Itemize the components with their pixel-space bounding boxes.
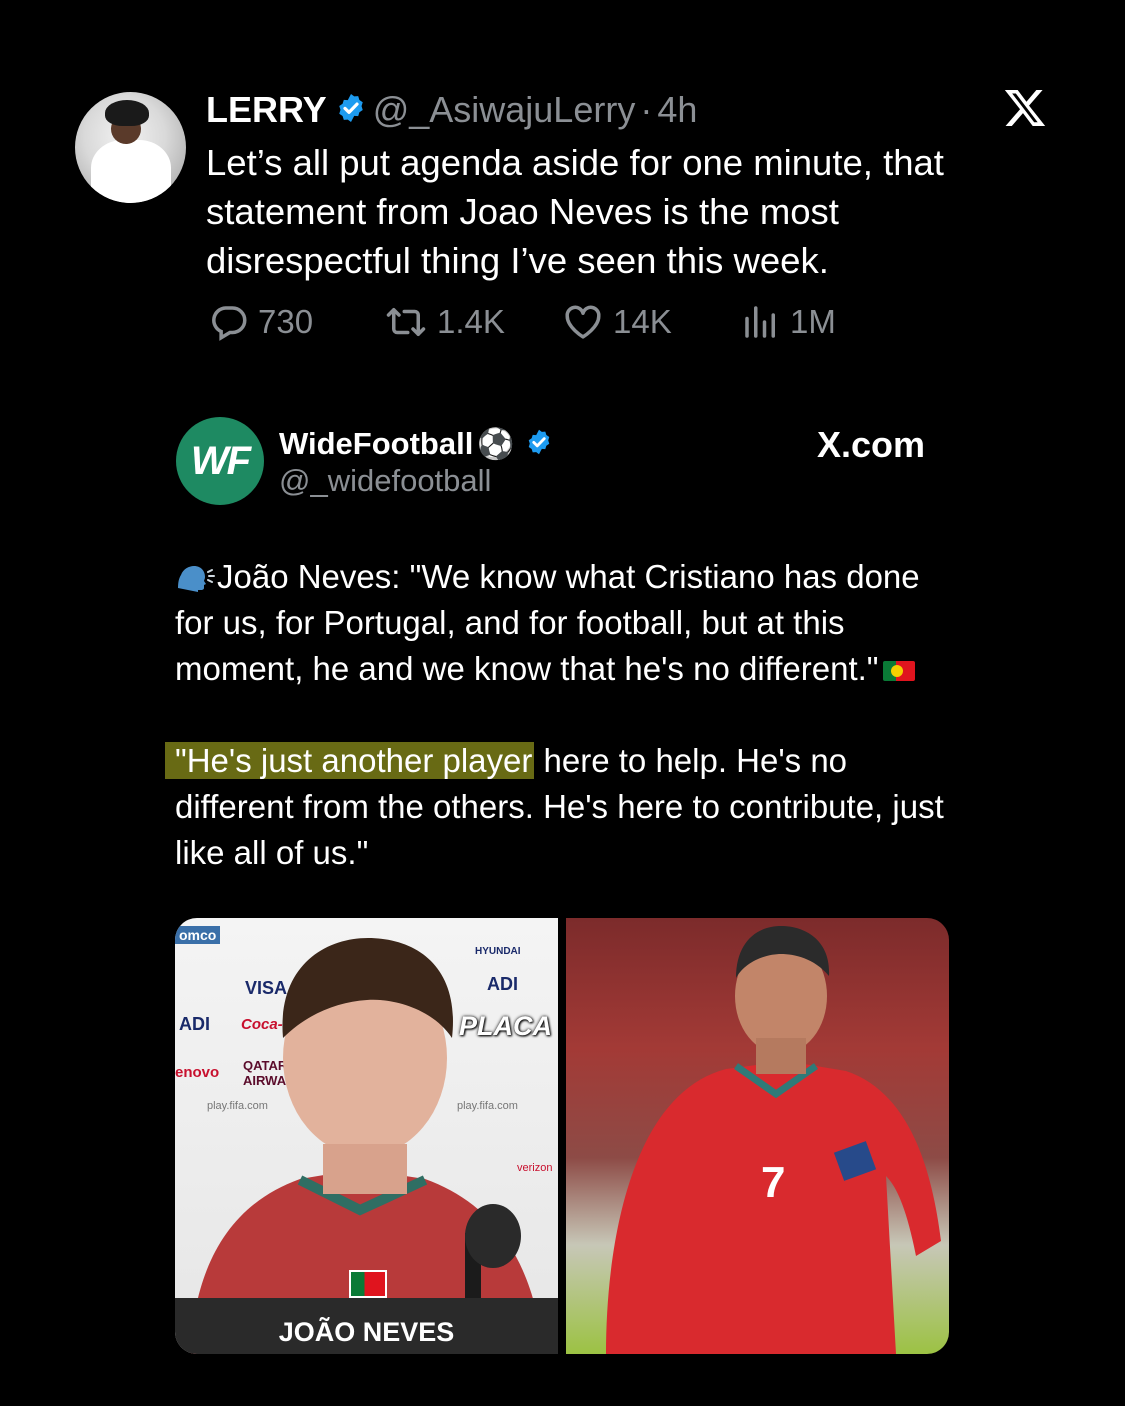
shirt-number: 7	[761, 1158, 786, 1207]
tweet-text: Let’s all put agenda aside for one minut…	[206, 142, 944, 281]
repost-button[interactable]: 1.4K	[383, 301, 505, 343]
overlay-text: PLACA	[459, 1011, 552, 1041]
views-chart-icon	[745, 306, 775, 338]
header-separator: ·	[640, 89, 653, 130]
author-name[interactable]: LERRY	[206, 89, 327, 131]
tweet-header: LERRY @_AsiwajuLerry · 4h	[206, 88, 697, 132]
verified-badge-icon	[335, 92, 367, 129]
avatar-figure-shirt	[91, 140, 171, 203]
verified-badge-icon	[525, 428, 553, 461]
quoted-avatar[interactable]: WF	[176, 417, 264, 505]
joao-neves-photo[interactable]: omco VISA ADI Coca-Cola enovo QATAR AIRW…	[175, 918, 558, 1354]
player-figure	[606, 926, 941, 1354]
repost-icon	[386, 308, 426, 336]
repost-count: 1.4K	[437, 303, 505, 340]
quoted-handle[interactable]: @_widefootball	[279, 463, 491, 499]
x-logo-icon	[1003, 86, 1047, 130]
soccer-ball-emoji: ⚽	[477, 427, 515, 461]
avatar-figure-hair	[105, 100, 149, 126]
views-button[interactable]: 1M	[740, 301, 836, 343]
site-label: X.com	[817, 424, 926, 465]
reply-icon	[212, 306, 247, 341]
author-handle[interactable]: @_AsiwajuLerry	[373, 89, 636, 131]
highlighted-quote: "He's just another player	[165, 742, 535, 779]
quoted-name-row: WideFootball ⚽	[279, 424, 559, 464]
tweet-timestamp[interactable]: 4h	[657, 89, 697, 131]
speaking-head-icon	[175, 558, 217, 592]
like-button[interactable]: 14K	[561, 301, 672, 343]
like-count: 14K	[613, 303, 672, 340]
author-avatar[interactable]	[75, 92, 186, 203]
quote-paragraph-1-text: João Neves: "We know what Cristiano has …	[175, 558, 920, 687]
portugal-flag-icon	[882, 661, 915, 682]
quoted-avatar-text: WF	[190, 438, 251, 483]
heart-icon	[565, 305, 601, 339]
image-caption: JOÃO NEVES	[278, 1317, 455, 1347]
portugal-flag-icon	[349, 1270, 387, 1298]
cristiano-photo[interactable]: 7	[566, 918, 949, 1354]
views-count: 1M	[790, 303, 836, 340]
reply-count: 730	[258, 303, 314, 340]
quoted-author-name[interactable]: WideFootball	[279, 426, 473, 462]
reply-button[interactable]: 730	[208, 301, 313, 343]
quoted-paragraph-1: João Neves: "We know what Cristiano has …	[175, 554, 965, 692]
quoted-paragraph-2: "He's just another player here to help. …	[165, 738, 965, 876]
